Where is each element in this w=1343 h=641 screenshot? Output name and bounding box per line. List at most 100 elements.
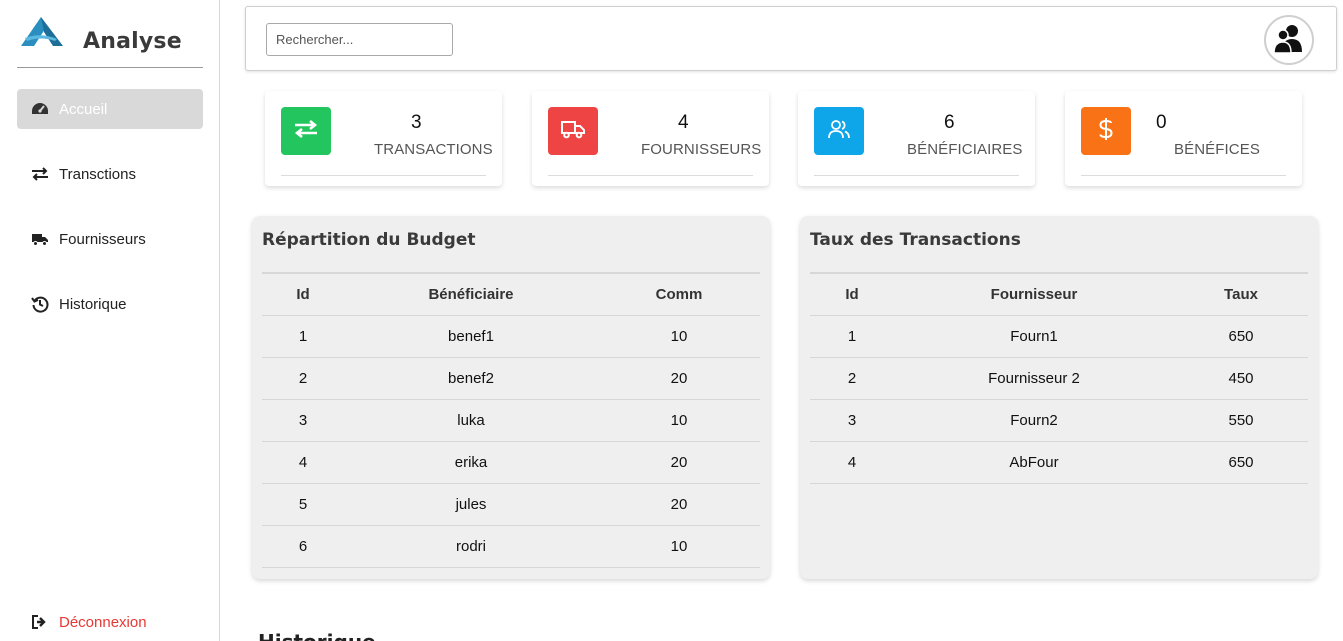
- table-row: 5 jules 20: [262, 483, 760, 526]
- table-cell: 20: [598, 483, 760, 526]
- brand[interactable]: Analyse: [17, 14, 203, 68]
- logo-icon: [17, 14, 67, 52]
- table-cell: 1: [810, 315, 894, 358]
- users-icon: [826, 118, 852, 145]
- stat-value: 6: [944, 112, 955, 133]
- column-header: Fournisseur: [894, 273, 1174, 316]
- table-cell: erika: [344, 441, 598, 484]
- table-header-row: Id Bénéficiaire Comm: [262, 273, 760, 316]
- divider: [548, 175, 753, 176]
- table-cell: 650: [1174, 315, 1308, 358]
- stat-label: FOURNISSEURS: [641, 141, 762, 158]
- sidebar-item-transactions[interactable]: Transctions: [17, 154, 203, 194]
- search-input[interactable]: [266, 23, 453, 56]
- table-cell: benef2: [344, 357, 598, 400]
- users-icon: [1272, 21, 1306, 60]
- table-row: 2 benef2 20: [262, 357, 760, 400]
- table-cell: 2: [810, 357, 894, 400]
- app: Analyse Accueil Transctions Fournisseurs: [0, 0, 1343, 641]
- table-row: 2 Fournisseur 2 450: [810, 357, 1308, 400]
- rates-table: Id Fournisseur Taux 1 Fourn1 650 2 Fourn…: [810, 272, 1308, 484]
- sidebar-item-historique[interactable]: Historique: [17, 284, 203, 324]
- budget-table: Id Bénéficiaire Comm 1 benef1 10 2 benef…: [262, 272, 760, 568]
- table-cell: jules: [344, 483, 598, 526]
- table-cell: 550: [1174, 399, 1308, 442]
- history-heading: Historique: [258, 630, 376, 641]
- stat-label: TRANSACTIONS: [374, 141, 493, 158]
- table-cell: 10: [598, 525, 760, 568]
- stat-badge: [814, 107, 864, 155]
- divider: [281, 175, 486, 176]
- table-cell: 450: [1174, 357, 1308, 400]
- divider: [1081, 175, 1286, 176]
- column-header: Taux: [1174, 273, 1308, 316]
- avatar[interactable]: [1264, 15, 1314, 65]
- sidebar-item-label: Transctions: [59, 165, 136, 183]
- arrows-exchange-icon: [31, 165, 49, 183]
- logout-button[interactable]: Déconnexion: [17, 602, 203, 641]
- truck-icon: [560, 118, 586, 145]
- column-header: Id: [810, 273, 894, 316]
- arrows-exchange-icon: [293, 119, 319, 144]
- table-header-row: Id Fournisseur Taux: [810, 273, 1308, 316]
- stat-value: 4: [678, 112, 689, 133]
- table-cell: 3: [262, 399, 344, 442]
- column-header: Comm: [598, 273, 760, 316]
- table-cell: Fournisseur 2: [894, 357, 1174, 400]
- stat-badge: [1081, 107, 1131, 155]
- table-cell: benef1: [344, 315, 598, 358]
- stat-card-fournisseurs: 4 FOURNISSEURS: [532, 91, 769, 186]
- history-icon: [31, 295, 49, 313]
- sidebar-item-fournisseurs[interactable]: Fournisseurs: [17, 219, 203, 259]
- table-cell: luka: [344, 399, 598, 442]
- sidebar: Analyse Accueil Transctions Fournisseurs: [0, 0, 220, 641]
- table-cell: Fourn2: [894, 399, 1174, 442]
- table-cell: 5: [262, 483, 344, 526]
- table-cell: 10: [598, 315, 760, 358]
- sidebar-item-label: Fournisseurs: [59, 230, 146, 248]
- table-row: 1 Fourn1 650: [810, 315, 1308, 358]
- logout-icon: [31, 613, 49, 631]
- column-header: Bénéficiaire: [344, 273, 598, 316]
- table-cell: 1: [262, 315, 344, 358]
- stat-card-benefices: 0 BÉNÉFICES: [1065, 91, 1302, 186]
- table-cell: 3: [810, 399, 894, 442]
- sidebar-item-accueil[interactable]: Accueil: [17, 89, 203, 129]
- table-cell: rodri: [344, 525, 598, 568]
- table-row: 3 luka 10: [262, 399, 760, 442]
- stat-badge: [281, 107, 331, 155]
- table-row: 4 AbFour 650: [810, 441, 1308, 484]
- table-cell: AbFour: [894, 441, 1174, 484]
- stat-value: 0: [1156, 112, 1167, 133]
- divider: [814, 175, 1019, 176]
- table-cell: 4: [262, 441, 344, 484]
- sidebar-item-label: Accueil: [59, 100, 108, 118]
- table-cell: 650: [1174, 441, 1308, 484]
- column-header: Id: [262, 273, 344, 316]
- table-row: 3 Fourn2 550: [810, 399, 1308, 442]
- table-cell: 4: [810, 441, 894, 484]
- gauge-icon: [31, 100, 49, 118]
- stat-card-transactions: 3 TRANSACTIONS: [265, 91, 502, 186]
- stat-label: BÉNÉFICIAIRES: [907, 141, 1023, 158]
- sidebar-item-label: Historique: [59, 295, 127, 313]
- panel-title: Taux des Transactions: [810, 230, 1021, 250]
- table-cell: Fourn1: [894, 315, 1174, 358]
- table-cell: 2: [262, 357, 344, 400]
- stat-badge: [548, 107, 598, 155]
- table-cell: 20: [598, 357, 760, 400]
- topbar: [245, 6, 1337, 71]
- stat-label: BÉNÉFICES: [1174, 141, 1260, 158]
- table-row: 1 benef1 10: [262, 315, 760, 358]
- logout-label: Déconnexion: [59, 613, 147, 631]
- truck-icon: [31, 230, 49, 248]
- stat-card-beneficiaires: 6 BÉNÉFICIAIRES: [798, 91, 1035, 186]
- table-cell: 20: [598, 441, 760, 484]
- brand-name: Analyse: [83, 29, 182, 54]
- budget-panel: Répartition du Budget Id Bénéficiaire Co…: [252, 216, 770, 579]
- stat-value: 3: [411, 112, 422, 133]
- dollar-icon: [1096, 117, 1116, 146]
- table-cell: 10: [598, 399, 760, 442]
- panel-title: Répartition du Budget: [262, 230, 476, 250]
- rates-panel: Taux des Transactions Id Fournisseur Tau…: [800, 216, 1318, 579]
